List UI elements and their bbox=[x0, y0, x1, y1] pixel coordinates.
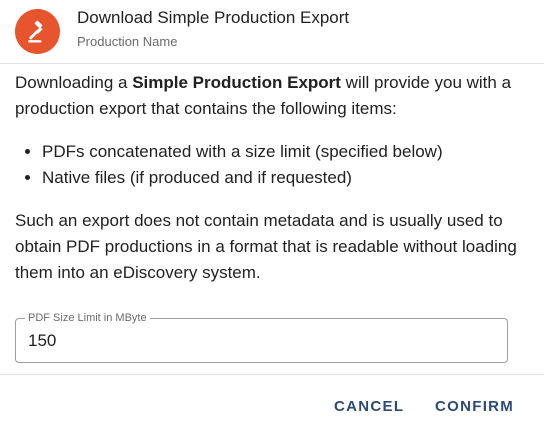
pdf-size-field[interactable]: PDF Size Limit in MByte bbox=[15, 311, 508, 363]
cancel-button[interactable]: CANCEL bbox=[326, 390, 412, 422]
download-export-dialog: Download Simple Production Export Produc… bbox=[0, 0, 544, 432]
dialog-content: Downloading a Simple Production Export w… bbox=[15, 70, 530, 286]
intro-prefix: Downloading a bbox=[15, 73, 133, 92]
pdf-size-input[interactable] bbox=[28, 330, 488, 352]
dialog-title: Download Simple Production Export bbox=[77, 8, 350, 27]
list-item: Native files (if produced and if request… bbox=[42, 165, 530, 191]
export-items-list: PDFs concatenated with a size limit (spe… bbox=[15, 139, 530, 191]
actions-divider bbox=[0, 374, 544, 375]
description-paragraph: Such an export does not contain metadata… bbox=[15, 211, 517, 282]
pdf-size-label: PDF Size Limit in MByte bbox=[25, 311, 150, 325]
intro-paragraph: Downloading a Simple Production Export w… bbox=[15, 70, 530, 122]
confirm-button[interactable]: CONFIRM bbox=[427, 390, 522, 422]
dialog-header: Download Simple Production Export Produc… bbox=[0, 0, 544, 60]
intro-bold: Simple Production Export bbox=[132, 73, 341, 92]
dialog-subtitle: Production Name bbox=[77, 34, 178, 49]
header-divider bbox=[0, 63, 544, 64]
gavel-icon bbox=[27, 20, 43, 43]
list-item: PDFs concatenated with a size limit (spe… bbox=[42, 139, 530, 165]
dialog-avatar bbox=[15, 9, 60, 54]
